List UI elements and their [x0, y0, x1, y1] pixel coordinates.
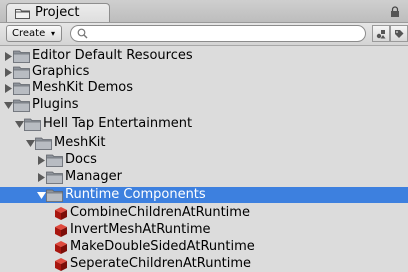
- lock-icon[interactable]: [390, 6, 400, 18]
- filter-by-type-button[interactable]: [372, 25, 390, 42]
- tree-row-editor-default-resources[interactable]: Editor Default Resources: [0, 48, 408, 64]
- folder-icon: [24, 118, 41, 131]
- tree-row-invertmeshatruntime[interactable]: InvertMeshAtRuntime: [0, 222, 408, 238]
- collapsed-arrow-icon[interactable]: [37, 173, 46, 182]
- expanded-arrow-icon[interactable]: [4, 101, 13, 110]
- collapsed-arrow-icon[interactable]: [37, 156, 46, 165]
- tree-row-meshkit-demos[interactable]: MeshKit Demos: [0, 80, 408, 96]
- tree-item-label: InvertMeshAtRuntime: [70, 222, 211, 237]
- tree-row-graphics[interactable]: Graphics: [0, 64, 408, 80]
- tree-item-label: Manager: [65, 169, 122, 184]
- tree-item-label: SeperateChildrenAtRuntime: [70, 256, 252, 271]
- search-input[interactable]: [91, 26, 351, 41]
- tree-item-label: Hell Tap Entertainment: [43, 116, 193, 131]
- script-cube-icon: [55, 224, 67, 237]
- collapsed-arrow-icon[interactable]: [4, 68, 13, 77]
- tree-row-seperatechildrenatruntime[interactable]: SeperateChildrenAtRuntime: [0, 256, 408, 272]
- folder-icon: [13, 66, 30, 79]
- expanded-arrow-icon[interactable]: [37, 191, 46, 200]
- search-icon: [77, 28, 88, 39]
- tree-item-label: Plugins: [32, 97, 79, 112]
- folder-icon: [35, 137, 52, 150]
- tree-item-label: Docs: [65, 152, 97, 167]
- tree-item-label: MakeDoubleSidedAtRuntime: [70, 239, 255, 254]
- tree-row-makedoublesidedatruntime[interactable]: MakeDoubleSidedAtRuntime: [0, 239, 408, 255]
- filter-type-icon: [376, 30, 386, 39]
- chevron-down-icon: ▾: [50, 29, 55, 38]
- tree-item-label: Editor Default Resources: [32, 48, 193, 63]
- expanded-arrow-icon[interactable]: [15, 120, 24, 129]
- folder-icon: [46, 189, 63, 202]
- tree-row-runtime-components[interactable]: Runtime Components: [0, 187, 408, 203]
- tree-row-meshkit[interactable]: MeshKit: [0, 135, 408, 151]
- tree-item-label: MeshKit: [54, 135, 106, 150]
- tree-row-manager[interactable]: Manager: [0, 169, 408, 185]
- create-label: Create: [12, 28, 46, 39]
- script-cube-icon: [55, 241, 67, 254]
- project-folder-icon: [15, 9, 30, 19]
- tab-project[interactable]: Project: [6, 3, 110, 22]
- tree-row-combinechildrenatruntime[interactable]: CombineChildrenAtRuntime: [0, 205, 408, 221]
- filter-label-icon: [395, 30, 404, 38]
- tab-label: Project: [35, 5, 80, 20]
- script-cube-icon: [55, 258, 67, 271]
- script-cube-icon: [55, 207, 67, 220]
- window-tab-bar: Project: [0, 0, 408, 23]
- expanded-arrow-icon[interactable]: [26, 139, 35, 148]
- create-button[interactable]: Create ▾: [6, 25, 62, 42]
- folder-icon: [46, 154, 63, 167]
- tree-item-label: Graphics: [32, 64, 90, 79]
- tree-row-plugins[interactable]: Plugins: [0, 97, 408, 113]
- folder-icon: [46, 171, 63, 184]
- collapsed-arrow-icon[interactable]: [4, 52, 13, 61]
- tree-item-label: Runtime Components: [65, 187, 206, 202]
- folder-icon: [13, 99, 30, 112]
- search-field[interactable]: [70, 25, 366, 42]
- collapsed-arrow-icon[interactable]: [4, 84, 13, 93]
- project-tree: Editor Default Resources Graphics MeshKit …: [0, 48, 408, 271]
- folder-icon: [13, 50, 30, 63]
- folder-icon: [13, 82, 30, 95]
- project-toolbar: Create ▾: [0, 23, 408, 46]
- tree-row-hell-tap-entertainment[interactable]: Hell Tap Entertainment: [0, 116, 408, 132]
- filter-by-label-button[interactable]: [390, 25, 408, 42]
- tree-item-label: CombineChildrenAtRuntime: [70, 205, 250, 220]
- tree-item-label: MeshKit Demos: [32, 80, 133, 95]
- tree-row-docs[interactable]: Docs: [0, 152, 408, 168]
